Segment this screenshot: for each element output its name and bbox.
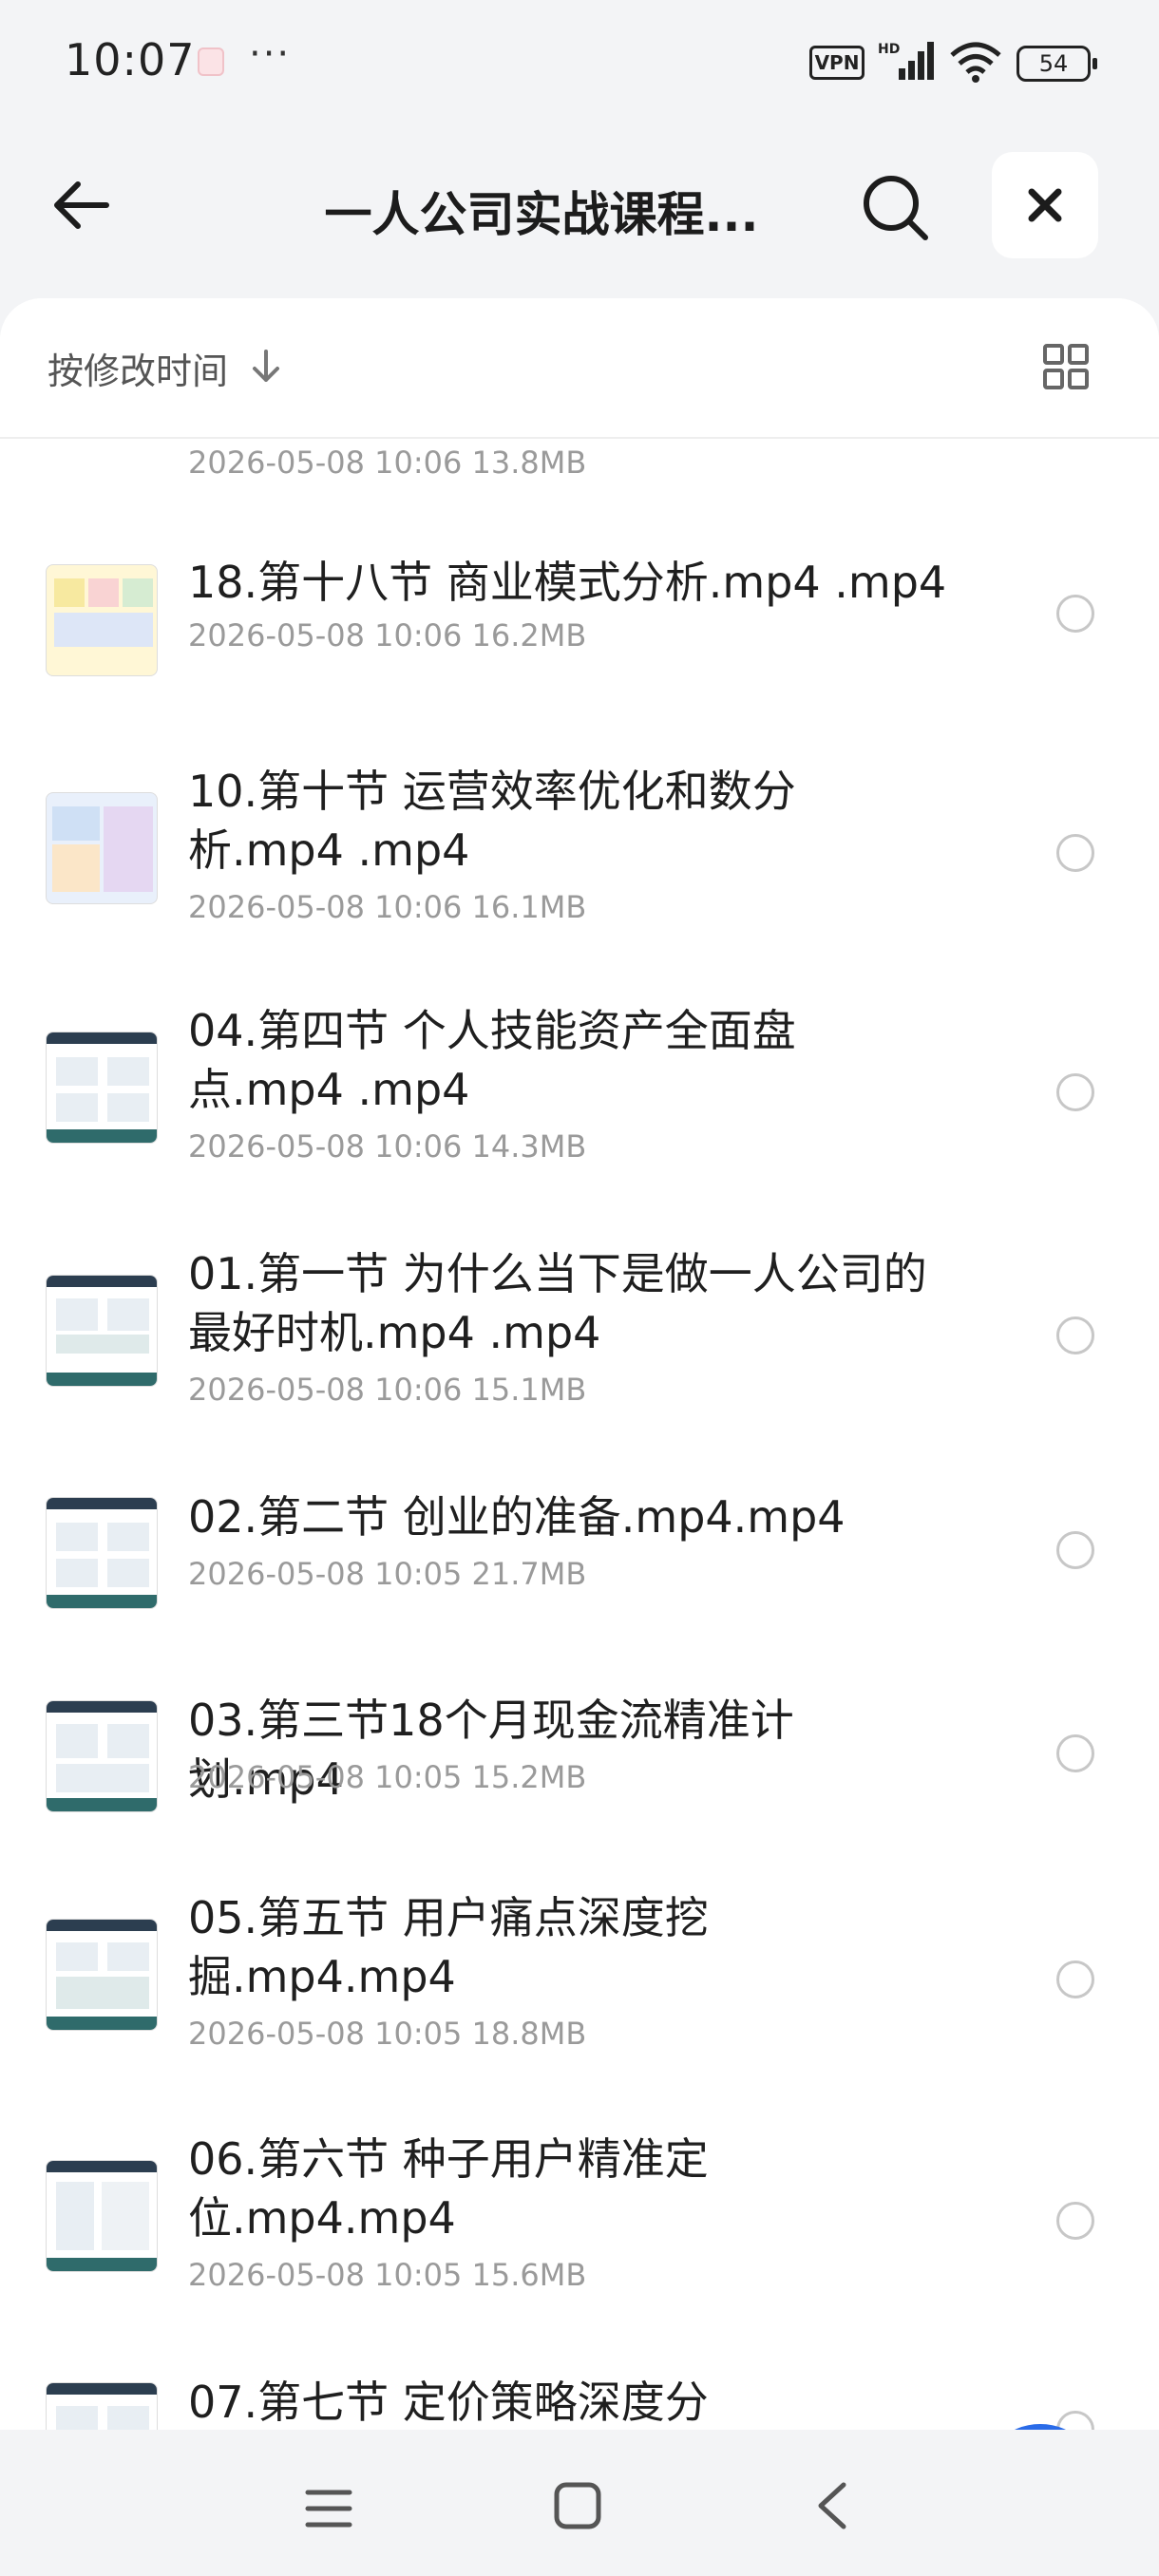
video-thumbnail xyxy=(46,1032,158,1144)
close-icon xyxy=(1028,188,1062,222)
video-thumbnail xyxy=(46,1497,158,1609)
select-radio[interactable] xyxy=(1056,1734,1094,1772)
sort-by-modified-time[interactable]: 按修改时间 xyxy=(48,342,228,394)
video-thumbnail xyxy=(46,564,158,676)
file-name: 01.第一节 为什么当下是做一人公司的最好时机.mp4 .mp4 xyxy=(188,1248,927,1358)
file-meta: 2026-05-08 10:05 15.2MB xyxy=(188,1759,587,1795)
select-radio[interactable] xyxy=(1056,1316,1094,1354)
video-thumbnail xyxy=(46,2382,158,2430)
video-thumbnail xyxy=(46,792,158,904)
file-meta: 2026-05-08 10:05 21.7MB xyxy=(188,1556,587,1592)
file-name: 10.第十节 运营效率优化和数分析.mp4 .mp4 xyxy=(188,766,796,876)
file-name: 02.第二节 创业的准备.mp4.mp4 xyxy=(188,1491,846,1543)
file-name: 04.第四节 个人技能资产全面盘点.mp4 .mp4 xyxy=(188,1005,796,1115)
select-radio[interactable] xyxy=(1056,2411,1094,2430)
vpn-icon: VPN xyxy=(809,46,864,80)
list-item[interactable]: 10.第十节 运营效率优化和数分析.mp4 .mp4 2026-05-08 10… xyxy=(0,762,1159,971)
select-radio[interactable] xyxy=(1056,1073,1094,1111)
file-meta: 2026-05-08 10:06 14.3MB xyxy=(188,1128,587,1165)
system-navigation-bar xyxy=(0,2430,1159,2576)
header: 一人公司实战课程... xyxy=(0,142,1159,266)
home-square-icon[interactable] xyxy=(551,2479,604,2532)
select-radio[interactable] xyxy=(1056,1531,1094,1569)
file-list-card: 按修改时间 2026-05-08 10:06 13.8MB 18.第十八节 商业… xyxy=(0,298,1159,2430)
file-meta: 2026-05-08 10:05 15.6MB xyxy=(188,2257,587,2293)
file-name: 05.第五节 用户痛点深度挖掘.mp4.mp4 xyxy=(188,1892,709,2002)
video-thumbnail xyxy=(46,1919,158,2031)
file-meta: 2026-05-08 10:06 16.2MB xyxy=(188,617,587,653)
video-thumbnail xyxy=(46,1700,158,1812)
battery-icon: 54 xyxy=(1016,46,1097,82)
file-name: 06.第六节 种子用户精准定位.mp4.mp4 xyxy=(188,2133,709,2244)
status-bar: 10:07 ··· VPN HD 54 xyxy=(0,0,1159,123)
list-item[interactable]: 02.第二节 创业的准备.mp4.mp4 2026-05-08 10:05 21… xyxy=(0,1487,1159,1677)
select-radio[interactable] xyxy=(1056,834,1094,872)
notification-app-icon xyxy=(198,47,224,76)
menu-icon[interactable] xyxy=(302,2485,355,2532)
file-name: 18.第十八节 商业模式分析.mp4 .mp4 xyxy=(188,557,947,608)
file-meta: 2026-05-08 10:06 13.8MB xyxy=(188,445,587,481)
video-thumbnail xyxy=(46,1275,158,1387)
list-item[interactable]: 04.第四节 个人技能资产全面盘点.mp4 .mp4 2026-05-08 10… xyxy=(0,1001,1159,1210)
list-item[interactable]: 18.第十八节 商业模式分析.mp4 .mp4 2026-05-08 10:06… xyxy=(0,553,1159,743)
grid-view-button[interactable] xyxy=(1039,340,1092,393)
select-radio[interactable] xyxy=(1056,595,1094,633)
arrow-down-icon[interactable] xyxy=(245,346,287,388)
video-thumbnail xyxy=(46,2160,158,2272)
signal-icon: HD xyxy=(878,42,934,80)
file-meta: 2026-05-08 10:05 18.8MB xyxy=(188,2016,587,2052)
file-name: 07.第七节 定价策略深度分析.mp4.mp4 xyxy=(188,2377,709,2428)
select-radio[interactable] xyxy=(1056,1960,1094,1998)
chevron-left-icon[interactable] xyxy=(809,2477,855,2534)
status-time: 10:07 xyxy=(65,34,196,85)
page-title: 一人公司实战课程... xyxy=(324,187,759,242)
file-meta: 2026-05-08 10:06 15.1MB xyxy=(188,1372,587,1408)
sort-bar: 按修改时间 xyxy=(0,298,1159,439)
file-browser-screen: 10:07 ··· VPN HD 54 一人公司实战课程... 按修改时间 20… xyxy=(0,0,1159,2576)
close-button[interactable] xyxy=(992,152,1098,258)
file-meta: 2026-05-08 10:06 16.1MB xyxy=(188,889,587,925)
more-notifications-icon: ··· xyxy=(249,32,292,76)
wifi-icon xyxy=(950,42,1001,83)
network-type-label: HD xyxy=(878,42,900,57)
list-item[interactable]: 07.第七节 定价策略深度分析.mp4.mp4 xyxy=(0,2373,1159,2430)
list-item[interactable]: 03.第三节18个月现金流精准计划.mp4 2026-05-08 10:05 1… xyxy=(0,1691,1159,1881)
list-item[interactable]: 06.第六节 种子用户精准定位.mp4.mp4 2026-05-08 10:05… xyxy=(0,2130,1159,2339)
list-item[interactable]: 01.第一节 为什么当下是做一人公司的最好时机.mp4 .mp4 2026-05… xyxy=(0,1244,1159,1453)
select-radio[interactable] xyxy=(1056,2202,1094,2240)
list-item[interactable]: 05.第五节 用户痛点深度挖掘.mp4.mp4 2026-05-08 10:05… xyxy=(0,1888,1159,2097)
search-button[interactable] xyxy=(855,167,935,247)
